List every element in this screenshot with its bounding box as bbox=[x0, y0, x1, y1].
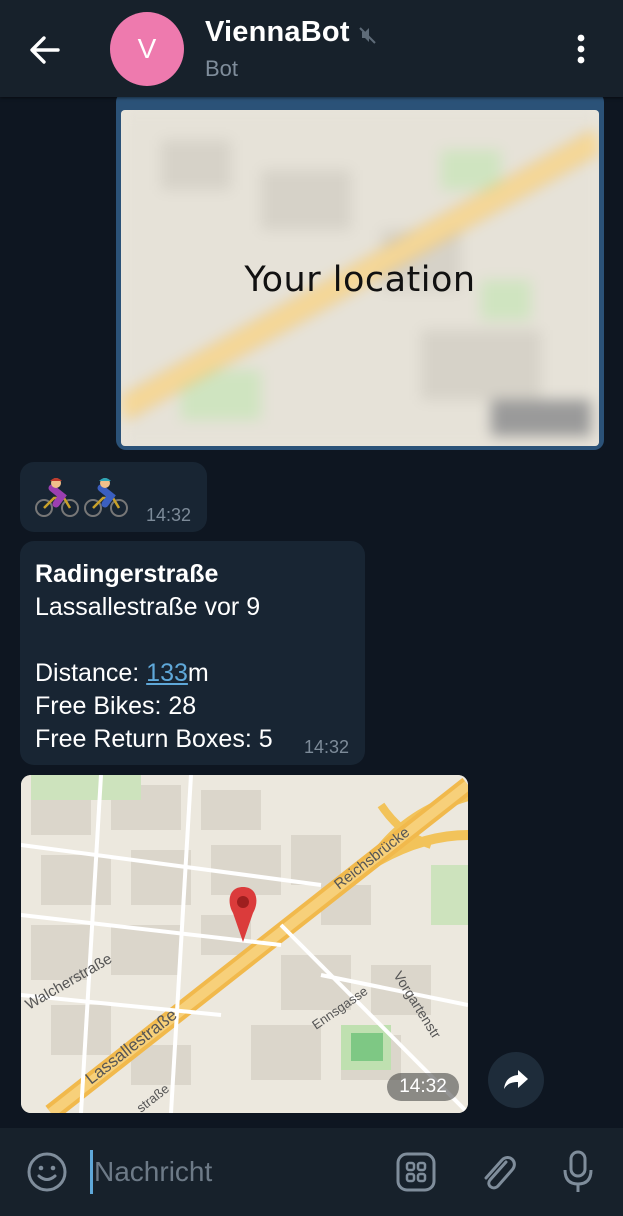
station-name: Radingerstraße bbox=[35, 560, 219, 588]
free-boxes: Free Return Boxes: 5 bbox=[35, 725, 273, 753]
distance-link[interactable]: 133 bbox=[146, 659, 188, 687]
location-map-image: Your location bbox=[121, 110, 599, 446]
location-message[interactable]: Your location bbox=[116, 92, 604, 450]
location-label: Your location bbox=[244, 260, 476, 300]
chat-subtitle: Bot bbox=[205, 56, 239, 81]
chat-title: ViennaBot bbox=[205, 16, 350, 48]
distance-label: Distance: bbox=[35, 659, 147, 687]
station-info-message[interactable]: Radingerstraße Lassallestraße vor 9 Dist… bbox=[20, 541, 365, 765]
more-vertical-icon[interactable] bbox=[566, 30, 596, 68]
map-image: Reichsbrücke Walcherstraße Lassallestraß… bbox=[21, 775, 468, 1113]
message-input[interactable] bbox=[94, 1148, 374, 1196]
avatar-letter: V bbox=[137, 33, 157, 64]
distance-unit: m bbox=[187, 659, 209, 687]
microphone-icon[interactable] bbox=[556, 1148, 600, 1196]
free-bikes: Free Bikes: 28 bbox=[35, 692, 197, 720]
station-info-text: Radingerstraße Lassallestraße vor 9 Dist… bbox=[35, 558, 273, 756]
avatar[interactable]: V bbox=[110, 12, 184, 86]
attach-icon[interactable] bbox=[476, 1148, 520, 1196]
map-message-time: 14:32 bbox=[387, 1073, 459, 1101]
distance-line: Distance: 133m bbox=[35, 657, 273, 690]
map-message[interactable]: Reichsbrücke Walcherstraße Lassallestraß… bbox=[21, 775, 468, 1113]
forward-icon bbox=[504, 1070, 528, 1089]
person-biking-emoji-icon bbox=[84, 478, 128, 517]
bot-commands-icon[interactable] bbox=[394, 1150, 438, 1194]
message-input-bar bbox=[0, 1128, 623, 1216]
message-time: 14:32 bbox=[146, 505, 192, 525]
station-address: Lassallestraße vor 9 bbox=[35, 593, 261, 621]
muted-icon bbox=[358, 26, 376, 44]
woman-biking-emoji-icon bbox=[35, 478, 79, 517]
emoji-message[interactable]: 14:32 bbox=[20, 462, 207, 532]
chat-header: V ViennaBot Bot bbox=[0, 0, 623, 97]
message-time: 14:32 bbox=[304, 737, 350, 757]
emoji-icon[interactable] bbox=[25, 1150, 69, 1194]
back-arrow-icon[interactable] bbox=[22, 28, 72, 72]
chat-title-row[interactable]: ViennaBot bbox=[205, 16, 378, 49]
forward-button[interactable] bbox=[488, 1052, 544, 1108]
text-caret bbox=[90, 1150, 93, 1194]
